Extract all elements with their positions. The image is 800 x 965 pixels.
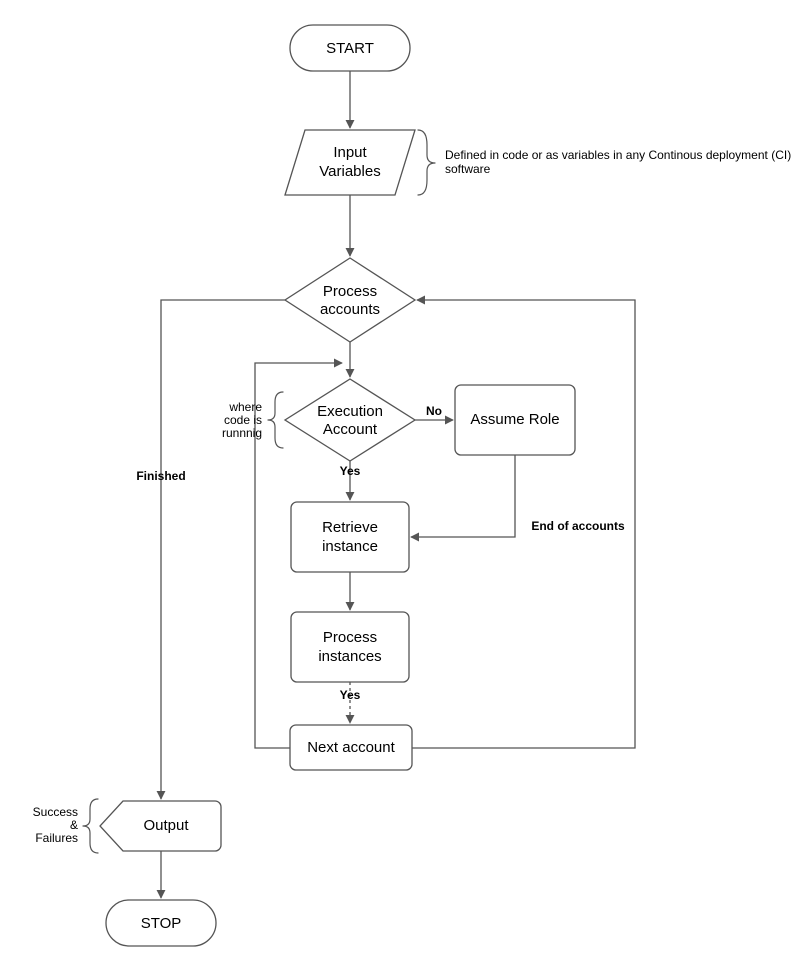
- edge-end-of-accounts-label: End of accounts: [531, 519, 625, 533]
- process-instances-label-2: instances: [318, 648, 381, 665]
- next-account-node: Next account: [290, 725, 412, 770]
- brace-output-icon: [83, 799, 98, 853]
- stop-label: STOP: [141, 915, 182, 932]
- stop-node: STOP: [106, 900, 216, 946]
- edge-finished: [161, 300, 285, 799]
- edge-assume-retrieve: [411, 455, 515, 537]
- edge-finished-label: Finished: [136, 469, 185, 483]
- note-code-l1: where: [228, 400, 262, 414]
- process-accounts-label-1: Process: [323, 283, 377, 300]
- output-node: Output: [100, 801, 221, 851]
- edge-exec-no-label: No: [426, 404, 442, 418]
- input-variables-node: Input Variables: [285, 130, 415, 195]
- process-instances-node: Process instances: [291, 612, 409, 682]
- note-ci-l1: Defined in code or as variables in any C…: [445, 148, 791, 162]
- start-label: START: [326, 40, 374, 57]
- note-output-l2: &: [70, 818, 78, 832]
- note-output-l1: Success: [33, 805, 78, 819]
- flowchart-diagram: START Input Variables Process accounts E…: [0, 0, 800, 965]
- process-accounts-label-2: accounts: [320, 301, 380, 318]
- note-output-l3: Failures: [35, 831, 78, 845]
- brace-code-icon: [268, 392, 283, 448]
- start-node: START: [290, 25, 410, 71]
- retrieve-instance-label-1: Retrieve: [322, 519, 378, 536]
- edge-process-yes-label: Yes: [340, 688, 361, 702]
- process-accounts-node: Process accounts: [285, 258, 415, 342]
- assume-role-label: Assume Role: [470, 411, 559, 428]
- output-label: Output: [143, 817, 189, 834]
- retrieve-instance-node: Retrieve instance: [291, 502, 409, 572]
- brace-ci-icon: [418, 130, 435, 195]
- note-ci-l2: software: [445, 162, 491, 176]
- input-variables-label-2: Variables: [319, 163, 380, 180]
- execution-account-label-1: Execution: [317, 403, 383, 420]
- input-variables-label-1: Input: [333, 144, 367, 161]
- edge-exec-yes-label: Yes: [340, 464, 361, 478]
- execution-account-node: Execution Account: [285, 379, 415, 461]
- note-code-l2: code is: [224, 413, 262, 427]
- retrieve-instance-label-2: instance: [322, 538, 378, 555]
- assume-role-node: Assume Role: [455, 385, 575, 455]
- next-account-label: Next account: [307, 739, 395, 756]
- process-instances-label-1: Process: [323, 629, 377, 646]
- note-code-l3: runnnig: [222, 426, 262, 440]
- execution-account-label-2: Account: [323, 421, 378, 438]
